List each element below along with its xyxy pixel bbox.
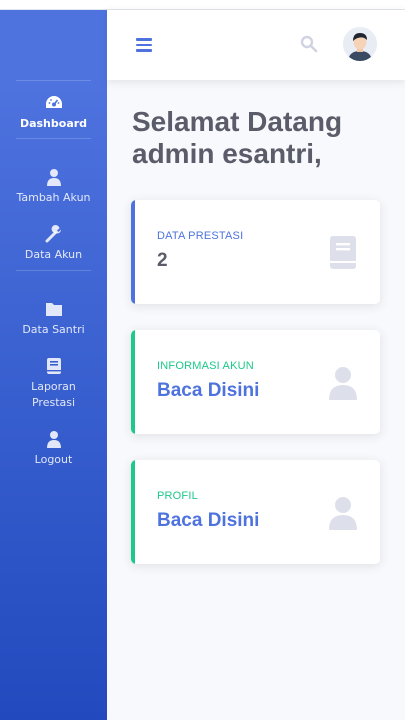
card-accent-bar [131,460,135,564]
user-icon [329,367,357,400]
card-link-text[interactable]: Baca Disini [157,510,259,532]
card-title: INFORMASI AKUN [157,360,254,372]
sidebar-item-label: Data Santri [22,323,85,336]
card-profil[interactable]: PROFIL Baca Disini [131,460,380,564]
card-link-text[interactable]: Baca Disini [157,380,259,402]
book-icon [46,358,61,374]
card-title: PROFIL [157,490,198,502]
sidebar-item-label: Dashboard [19,117,88,130]
sidebar-item-label: Tambah Akun [16,191,91,204]
user-icon [329,497,357,530]
card-value: 2 [157,250,168,271]
sidebar-divider [16,270,91,271]
user-icon [46,169,61,186]
sidebar-item-label: Data Akun [24,248,83,261]
card-title: DATA PRESTASI [157,230,244,242]
sidebar-divider [16,80,91,81]
folder-icon [45,303,62,316]
sidebar-item-tambah-akun[interactable]: Tambah Akun [0,168,107,206]
top-edge [0,0,405,10]
avatar[interactable] [343,27,377,61]
sidebar-item-dashboard[interactable]: Dashboard [0,94,107,132]
user-icon [46,431,61,448]
card-accent-bar [131,200,135,304]
card-informasi-akun[interactable]: INFORMASI AKUN Baca Disini [131,330,380,434]
sidebar-item-label: Laporan Prestasi [31,380,76,409]
search-icon[interactable] [300,35,318,53]
sidebar-item-logout[interactable]: Logout [0,430,107,468]
card-accent-bar [131,330,135,434]
topbar [107,10,405,80]
dashboard-icon [45,96,62,108]
welcome-heading: Selamat Datang admin esantri, [132,106,343,169]
avatar-icon [343,27,377,61]
sidebar-item-laporan-prestasi[interactable]: Laporan Prestasi [0,357,107,411]
sidebar-item-data-akun[interactable]: Data Akun [0,225,107,263]
sidebar: Dashboard Tambah Akun Data Akun Data San… [0,10,107,720]
sidebar-item-data-santri[interactable]: Data Santri [0,300,107,338]
main-content: Selamat Datang admin esantri, DATA PREST… [107,10,405,720]
book-icon [330,236,356,269]
sidebar-divider [16,138,91,139]
hamburger-icon[interactable] [136,38,152,52]
wrench-icon [45,225,61,243]
card-data-prestasi[interactable]: DATA PRESTASI 2 [131,200,380,304]
sidebar-item-label: Logout [34,453,73,466]
